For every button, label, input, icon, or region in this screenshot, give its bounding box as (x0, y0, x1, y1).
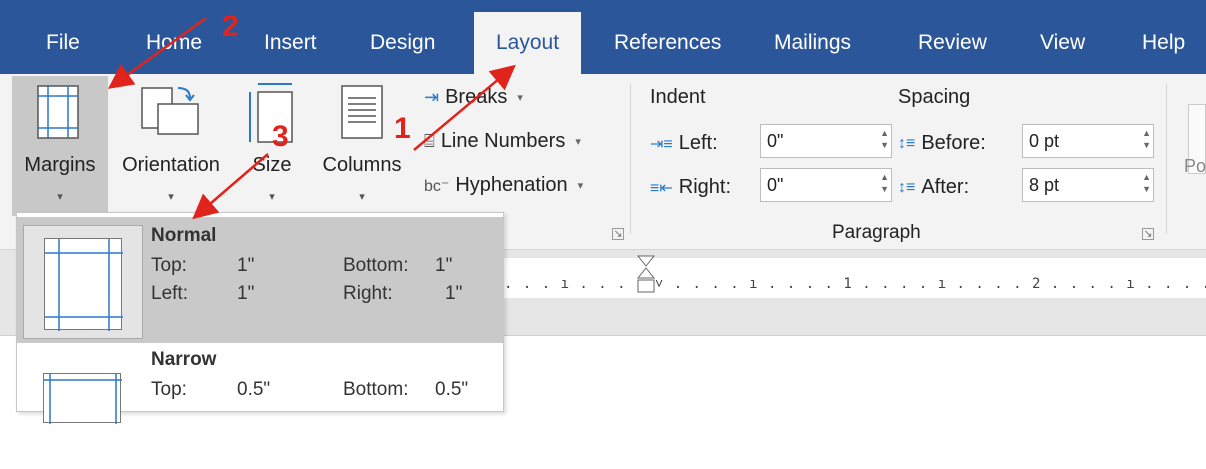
annotation-arrows (107, 16, 516, 220)
annotation-step-1: 1 (394, 112, 411, 145)
annotation-step-3: 3 (272, 120, 289, 153)
annotation-step-2: 2 (222, 10, 239, 43)
